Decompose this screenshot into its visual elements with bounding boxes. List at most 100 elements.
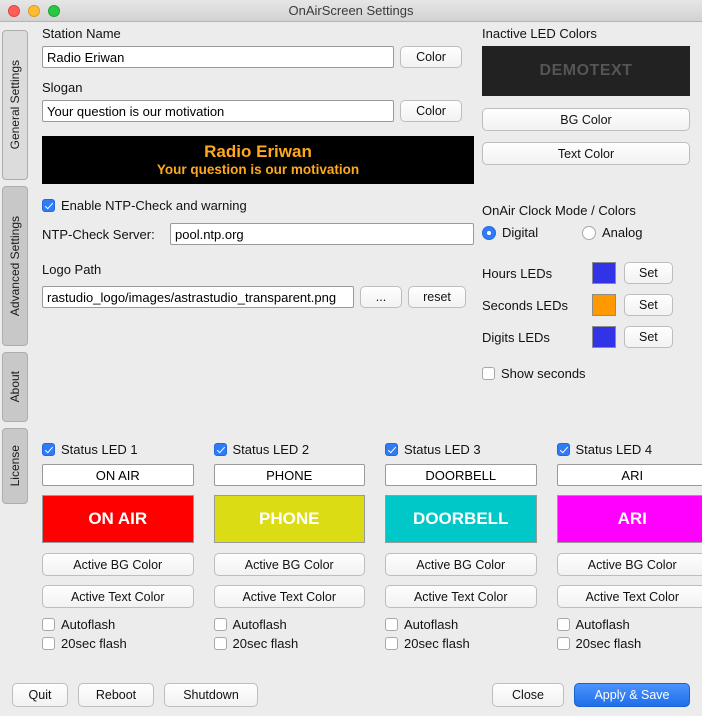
preview-title: Radio Eriwan — [204, 142, 312, 162]
status-led-2-autoflash-checkbox[interactable] — [213, 618, 227, 631]
status-led-4-autoflash-row[interactable]: Autoflash — [556, 617, 702, 632]
show-seconds-checkbox[interactable] — [482, 367, 495, 380]
status-led-1-flash20-row[interactable]: 20sec flash — [42, 636, 194, 651]
slogan-color-button[interactable]: Color — [400, 100, 462, 122]
seconds-leds-color-swatch[interactable] — [592, 294, 616, 316]
status-led-3-label: Status LED 3 — [404, 442, 481, 457]
status-led-1-autoflash-label: Autoflash — [61, 617, 116, 632]
footer-left-buttons: Quit Reboot Shutdown — [12, 683, 258, 707]
status-led-1-autoflash-checkbox[interactable] — [42, 618, 55, 631]
logo-browse-button[interactable]: ... — [360, 286, 402, 308]
logo-path-input[interactable] — [42, 286, 354, 308]
status-led-2-flash20-row[interactable]: 20sec flash — [213, 636, 366, 651]
sidebar-item-license[interactable]: License — [2, 428, 28, 504]
slogan-input[interactable] — [42, 100, 394, 122]
status-led-3-preview: DOORBELL — [385, 495, 537, 543]
analog-radio[interactable] — [582, 225, 596, 240]
seconds-leds-set-button[interactable]: Set — [624, 294, 673, 316]
status-led-4-name-input[interactable] — [556, 464, 702, 486]
status-led-1-flash20-checkbox[interactable] — [42, 637, 55, 650]
shutdown-button[interactable]: Shutdown — [164, 683, 258, 707]
status-led-3-autoflash-checkbox[interactable] — [385, 618, 398, 631]
sidebar-item-advanced-settings[interactable]: Advanced Settings — [2, 186, 28, 346]
inactive-bg-color-button[interactable]: BG Color — [482, 108, 690, 131]
show-seconds-row[interactable]: Show seconds — [482, 366, 690, 381]
status-led-1-checkbox[interactable] — [42, 443, 55, 456]
sidebar-item-about[interactable]: About — [2, 352, 28, 422]
status-led-1-name-input[interactable] — [42, 464, 194, 486]
status-led-1-autoflash-row[interactable]: Autoflash — [42, 617, 194, 632]
status-led-4-label: Status LED 4 — [575, 442, 653, 457]
status-led-4-text-color-button[interactable]: Active Text Color — [556, 585, 702, 608]
reboot-button[interactable]: Reboot — [78, 683, 154, 707]
status-led-3-enable-row[interactable]: Status LED 3 — [385, 442, 537, 457]
status-led-2-enable-row[interactable]: Status LED 2 — [213, 442, 366, 457]
close-button[interactable]: Close — [492, 683, 564, 707]
status-led-1-text-color-button[interactable]: Active Text Color — [42, 585, 194, 608]
ntp-enable-row[interactable]: Enable NTP-Check and warning — [42, 198, 474, 213]
sidebar-item-label: Advanced Settings — [8, 215, 22, 317]
station-name-color-button[interactable]: Color — [400, 46, 462, 68]
station-name-label: Station Name — [42, 26, 121, 41]
logo-reset-button[interactable]: reset — [408, 286, 466, 308]
station-name-input[interactable] — [42, 46, 394, 68]
status-led-2-flash20-checkbox[interactable] — [213, 637, 227, 650]
inactive-text-color-button[interactable]: Text Color — [482, 142, 690, 165]
status-led-column-4: Status LED 4 ARI Active BG Color Active … — [556, 442, 702, 655]
hours-leds-row: Hours LEDs Set — [482, 262, 690, 284]
logo-path-label: Logo Path — [42, 262, 102, 277]
apply-and-save-button[interactable]: Apply & Save — [574, 683, 690, 707]
ntp-server-input[interactable] — [170, 223, 474, 245]
status-led-4-bg-color-button[interactable]: Active BG Color — [556, 553, 702, 576]
logo-path-row: ... reset — [42, 286, 474, 308]
status-led-4-checkbox[interactable] — [556, 443, 570, 456]
quit-button[interactable]: Quit — [12, 683, 68, 707]
status-led-4-preview: ARI — [556, 495, 702, 543]
slogan-label: Slogan — [42, 80, 83, 95]
status-led-column-3: Status LED 3 DOORBELL Active BG Color Ac… — [385, 442, 537, 655]
status-led-2-checkbox[interactable] — [213, 443, 227, 456]
status-led-2-autoflash-row[interactable]: Autoflash — [213, 617, 366, 632]
digits-leds-set-button[interactable]: Set — [624, 326, 673, 348]
station-preview-banner: Radio Eriwan Your question is our motiva… — [42, 136, 474, 184]
clock-mode-analog-option[interactable]: Analog — [582, 225, 642, 240]
status-led-3-flash20-checkbox[interactable] — [385, 637, 398, 650]
digits-leds-color-swatch[interactable] — [592, 326, 616, 348]
status-led-3-autoflash-row[interactable]: Autoflash — [385, 617, 537, 632]
sidebar-item-label: General Settings — [8, 60, 22, 150]
status-led-3-text-color-button[interactable]: Active Text Color — [385, 585, 537, 608]
status-led-2-bg-color-button[interactable]: Active BG Color — [213, 553, 365, 576]
hours-leds-set-button[interactable]: Set — [624, 262, 673, 284]
status-led-1-flash20-label: 20sec flash — [61, 636, 127, 651]
status-led-2-autoflash-label: Autoflash — [232, 617, 287, 632]
status-led-3-name-input[interactable] — [385, 464, 537, 486]
clock-mode-digital-option[interactable]: Digital — [482, 225, 582, 240]
analog-label: Analog — [602, 225, 643, 240]
status-led-2-flash20-label: 20sec flash — [232, 636, 299, 651]
sidebar-item-general-settings[interactable]: General Settings — [2, 30, 28, 180]
status-led-3-flash20-row[interactable]: 20sec flash — [385, 636, 537, 651]
status-led-3-bg-color-button[interactable]: Active BG Color — [385, 553, 537, 576]
status-led-1-bg-color-button[interactable]: Active BG Color — [42, 553, 194, 576]
status-led-4-autoflash-checkbox[interactable] — [556, 618, 570, 631]
status-led-2-name-input[interactable] — [213, 464, 365, 486]
sidebar-item-label: License — [8, 445, 22, 487]
status-led-1-preview-text: ON AIR — [88, 509, 148, 528]
status-led-4-flash20-row[interactable]: 20sec flash — [556, 636, 702, 651]
station-name-row: Color — [42, 46, 474, 68]
status-led-2-preview: PHONE — [213, 495, 365, 543]
settings-content: Station Name Color Slogan Color Radio Er… — [30, 22, 702, 716]
preview-slogan: Your question is our motivation — [156, 161, 360, 177]
right-settings-column: Inactive LED Colors DEMOTEXT BG Color Te… — [482, 26, 690, 381]
status-led-3-checkbox[interactable] — [385, 443, 398, 456]
digits-leds-label: Digits LEDs — [482, 329, 550, 345]
digital-radio[interactable] — [482, 225, 496, 240]
status-led-2-text-color-button[interactable]: Active Text Color — [213, 585, 365, 608]
hours-leds-color-swatch[interactable] — [592, 262, 616, 284]
status-led-4-flash20-checkbox[interactable] — [556, 637, 570, 650]
status-led-4-flash20-label: 20sec flash — [575, 636, 642, 651]
digits-leds-row: Digits LEDs Set — [482, 326, 690, 348]
status-led-1-enable-row[interactable]: Status LED 1 — [42, 442, 194, 457]
status-led-4-enable-row[interactable]: Status LED 4 — [556, 442, 702, 457]
ntp-enable-checkbox[interactable] — [42, 199, 55, 212]
